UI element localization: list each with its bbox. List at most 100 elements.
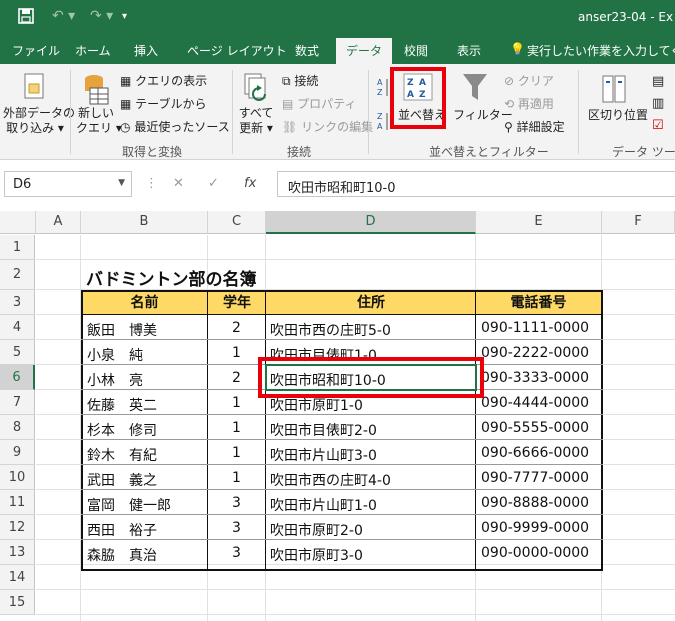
row-header-4[interactable]: 4 bbox=[0, 315, 35, 340]
new-query-button[interactable]: 新しい クエリ ▾ bbox=[76, 106, 122, 136]
cell-grade[interactable]: 3 bbox=[232, 545, 241, 561]
cell-phone[interactable]: 090-0000-0000 bbox=[481, 545, 589, 561]
cell-phone[interactable]: 090-6666-0000 bbox=[481, 445, 589, 461]
cell-address[interactable]: 吹田市原町2-0 bbox=[270, 520, 363, 540]
cell-name[interactable]: 小泉 純 bbox=[87, 345, 143, 365]
cell-address[interactable]: 吹田市片山町1-0 bbox=[270, 495, 377, 515]
edit-links-button[interactable]: ⛓ リンクの編集 bbox=[282, 118, 373, 135]
tab-insert[interactable]: 挿入 bbox=[134, 42, 158, 59]
cell-grade[interactable]: 1 bbox=[232, 420, 241, 436]
reapply-button[interactable]: ⟲ 再適用 bbox=[504, 95, 554, 112]
tell-me-icon[interactable]: 💡 bbox=[510, 42, 525, 56]
sort-descending-icon[interactable]: ZA bbox=[377, 110, 389, 135]
tab-data[interactable]: データ bbox=[336, 38, 393, 64]
remove-duplicates-icon[interactable]: ▥ bbox=[652, 96, 664, 111]
clear-button[interactable]: ⊘ クリア bbox=[504, 72, 554, 89]
tab-page-layout[interactable]: ページ レイアウト bbox=[187, 42, 287, 59]
column-header-a[interactable]: A bbox=[36, 211, 81, 234]
advanced-filter-button[interactable]: ⚲ 詳細設定 bbox=[504, 118, 565, 135]
column-header-e[interactable]: E bbox=[476, 211, 602, 234]
row-header-2[interactable]: 2 bbox=[0, 260, 35, 290]
customize-qat-icon[interactable]: ▾ bbox=[122, 11, 127, 22]
cell-grade[interactable]: 3 bbox=[232, 520, 241, 536]
tab-file[interactable]: ファイル bbox=[12, 42, 60, 59]
undo-icon[interactable]: ↶ ▾ bbox=[52, 8, 75, 24]
row-header-11[interactable]: 11 bbox=[0, 490, 35, 515]
cell-name[interactable]: 武田 義之 bbox=[87, 470, 157, 490]
cell-grade[interactable]: 1 bbox=[232, 395, 241, 411]
cell-phone[interactable]: 090-2222-0000 bbox=[481, 345, 589, 361]
cell-name[interactable]: 森脇 真治 bbox=[87, 545, 157, 565]
row-header-1[interactable]: 1 bbox=[0, 235, 35, 260]
cell-phone[interactable]: 090-5555-0000 bbox=[481, 420, 589, 436]
name-box[interactable]: D6 ▼ bbox=[4, 171, 132, 197]
cell-address[interactable]: 吹田市原町3-0 bbox=[270, 545, 363, 565]
tab-formulas[interactable]: 数式 bbox=[295, 42, 319, 59]
cell-phone[interactable]: 090-8888-0000 bbox=[481, 495, 589, 511]
sort-ascending-icon[interactable]: AZ bbox=[377, 76, 389, 101]
tab-home[interactable]: ホーム bbox=[75, 42, 111, 59]
tell-me-box[interactable]: 実行したい作業を入力してくださ bbox=[527, 42, 675, 59]
properties-button[interactable]: ▤ プロパティ bbox=[282, 95, 356, 112]
cell-grade[interactable]: 1 bbox=[232, 445, 241, 461]
flash-fill-icon[interactable]: ▤ bbox=[652, 74, 664, 89]
save-icon[interactable] bbox=[18, 8, 34, 28]
cell-grade[interactable]: 1 bbox=[232, 345, 241, 361]
cell-address[interactable]: 吹田市原町1-0 bbox=[270, 395, 363, 415]
row-header-14[interactable]: 14 bbox=[0, 565, 35, 590]
cell-phone[interactable]: 090-3333-0000 bbox=[481, 370, 589, 386]
cell-address[interactable]: 吹田市片山町3-0 bbox=[270, 445, 377, 465]
row-header-7[interactable]: 7 bbox=[0, 390, 35, 415]
text-to-columns-button[interactable]: 区切り位置 bbox=[588, 108, 648, 123]
cell-grade[interactable]: 2 bbox=[232, 370, 241, 386]
cell-phone[interactable]: 090-4444-0000 bbox=[481, 395, 589, 411]
get-external-data-button[interactable]: 外部データの 取り込み ▾ bbox=[3, 106, 75, 136]
select-all-corner[interactable] bbox=[0, 211, 36, 234]
cell-grade[interactable]: 2 bbox=[232, 320, 241, 336]
insert-function-icon[interactable]: fx bbox=[244, 176, 256, 191]
row-header-3[interactable]: 3 bbox=[0, 290, 35, 315]
cell-phone[interactable]: 090-7777-0000 bbox=[481, 470, 589, 486]
cell-address[interactable]: 吹田市目俵町2-0 bbox=[270, 420, 377, 440]
tab-review[interactable]: 校閲 bbox=[404, 42, 428, 59]
column-header-b[interactable]: B bbox=[81, 211, 208, 234]
recent-sources-button[interactable]: ◷ 最近使ったソース bbox=[120, 118, 230, 135]
cell-name[interactable]: 飯田 博美 bbox=[87, 320, 157, 340]
refresh-all-button[interactable]: すべて 更新 ▾ bbox=[236, 106, 276, 136]
cell-address[interactable]: 吹田市西の庄町5-0 bbox=[270, 320, 391, 340]
row-header-12[interactable]: 12 bbox=[0, 515, 35, 540]
redo-icon[interactable]: ↷ ▾ bbox=[90, 8, 113, 24]
tab-view[interactable]: 表示 bbox=[457, 42, 481, 59]
row-header-5[interactable]: 5 bbox=[0, 340, 35, 365]
row-header-9[interactable]: 9 bbox=[0, 440, 35, 465]
connections-button[interactable]: ⧉ 接続 bbox=[282, 72, 318, 89]
cell-name[interactable]: 西田 裕子 bbox=[87, 520, 157, 540]
cell-phone[interactable]: 090-9999-0000 bbox=[481, 520, 589, 536]
row-header-8[interactable]: 8 bbox=[0, 415, 35, 440]
cell-name[interactable]: 佐藤 英二 bbox=[87, 395, 157, 415]
data-validation-icon[interactable]: ☑ bbox=[652, 118, 664, 133]
cell-name[interactable]: 小林 亮 bbox=[87, 370, 143, 390]
cell-grade[interactable]: 1 bbox=[232, 470, 241, 486]
cell-name[interactable]: 富岡 健一郎 bbox=[87, 495, 171, 515]
row-header-10[interactable]: 10 bbox=[0, 465, 35, 490]
cell-phone[interactable]: 090-1111-0000 bbox=[481, 320, 589, 336]
from-table-button[interactable]: ▦ テーブルから bbox=[120, 95, 206, 112]
cell-grade[interactable]: 3 bbox=[232, 495, 241, 511]
row-header-6[interactable]: 6 bbox=[0, 365, 35, 390]
formula-input[interactable]: 吹田市昭和町10-0 bbox=[277, 171, 675, 197]
show-queries-button[interactable]: ▦ クエリの表示 bbox=[120, 72, 207, 89]
column-header-c[interactable]: C bbox=[208, 211, 266, 234]
column-header-f[interactable]: F bbox=[602, 211, 675, 234]
cell-address[interactable]: 吹田市西の庄町4-0 bbox=[270, 470, 391, 490]
chevron-down-icon[interactable]: ▼ bbox=[118, 178, 125, 188]
row-header-13[interactable]: 13 bbox=[0, 540, 35, 565]
cancel-icon[interactable]: ✕ bbox=[173, 176, 184, 191]
row-header-15[interactable]: 15 bbox=[0, 590, 35, 615]
enter-icon[interactable]: ✓ bbox=[208, 176, 219, 191]
refresh-all-label-1: すべて bbox=[238, 106, 274, 120]
column-header-d[interactable]: D bbox=[266, 211, 476, 234]
cell-name[interactable]: 鈴木 有紀 bbox=[87, 445, 157, 465]
svg-text:A: A bbox=[377, 122, 383, 131]
cell-name[interactable]: 杉本 修司 bbox=[87, 420, 157, 440]
